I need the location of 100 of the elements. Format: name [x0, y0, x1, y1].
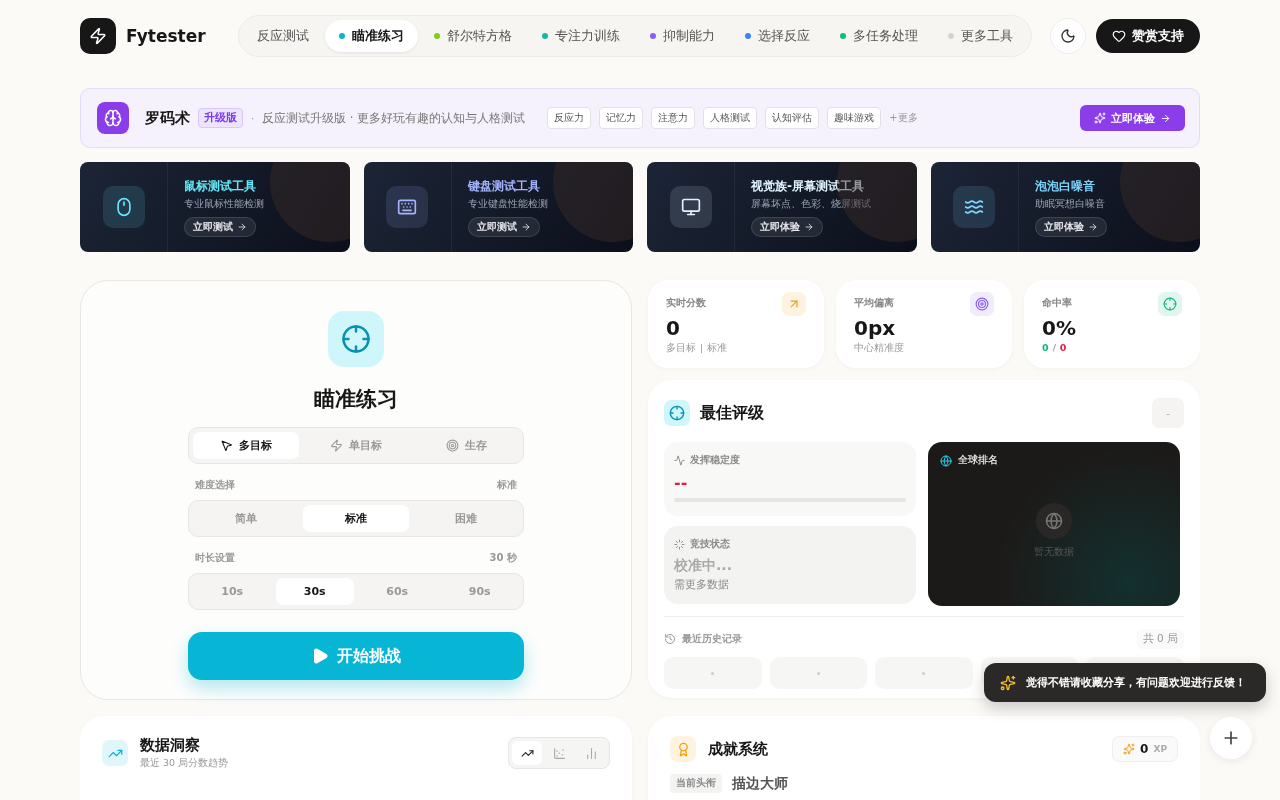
tool-title: 视觉族-屏幕测试工具 — [751, 177, 865, 195]
promo-tag: 注意力 — [651, 107, 696, 129]
tool-button[interactable]: 立即测试 — [184, 216, 256, 237]
difficulty-label: 难度选择 — [195, 478, 235, 492]
tool-button[interactable]: 立即体验 — [751, 216, 823, 237]
award-icon — [670, 736, 696, 762]
history-count: 共 0 局 — [1136, 629, 1184, 649]
duration-value: 30 秒 — [489, 551, 517, 565]
stat-note: 标准 — [707, 342, 728, 355]
trend-icon — [102, 740, 128, 766]
status-note: 需更多数据 — [674, 578, 730, 592]
tool-subtitle: 助眠冥想白噪音 — [1034, 197, 1106, 211]
logo-icon — [80, 18, 116, 54]
status-value: 校准中... — [674, 557, 733, 575]
play-icon — [311, 647, 329, 665]
rating-title: 最佳评级 — [700, 402, 764, 424]
nav-tab[interactable]: 更多工具 — [934, 20, 1027, 52]
keyboard-icon — [386, 186, 428, 228]
waves-icon — [953, 186, 995, 228]
support-button[interactable]: 赞赏支持 — [1096, 19, 1200, 53]
globe-icon — [1036, 502, 1072, 539]
stat-note: 多目标 — [666, 342, 696, 355]
promo-name: 罗码术 — [145, 108, 190, 128]
brain-icon — [97, 102, 129, 134]
stability-label: 发挥稳定度 — [690, 454, 740, 467]
pulse-icon — [674, 455, 685, 466]
pointer-icon — [220, 439, 233, 452]
miss-count: 0 — [1059, 342, 1067, 353]
promo-tag: 认知评估 — [765, 107, 820, 129]
history-icon — [664, 633, 676, 645]
promo-tag: 趣味游戏 — [827, 107, 882, 129]
xp-unit: XP — [1153, 744, 1167, 754]
arrow-icon — [520, 221, 531, 232]
toast-text: 觉得不错请收藏分享，有问题欢迎进行反馈！ — [1026, 675, 1246, 690]
line-chart-icon[interactable] — [512, 741, 542, 765]
add-button[interactable] — [1210, 717, 1252, 759]
xp-value: 0 — [1140, 742, 1149, 756]
chart-icon — [552, 746, 566, 760]
moon-icon — [1060, 28, 1076, 44]
stat-label: 命中率 — [1042, 296, 1072, 310]
current-title: 描边大师 — [732, 774, 788, 793]
target-icon — [970, 292, 994, 316]
crosshair-icon — [664, 400, 690, 426]
game-title: 瞄准练习 — [314, 386, 398, 413]
tool-subtitle: 专业鼠标性能检测 — [184, 197, 264, 211]
history-label: 最近历史记录 — [682, 632, 742, 646]
stability-value: -- — [674, 473, 689, 492]
promo-text: 反应测试升级版 · 更多好玩有趣的认知与人格测试 — [262, 110, 526, 126]
stat-note: | — [700, 342, 704, 355]
heart-icon — [1112, 29, 1126, 43]
nav-tab[interactable]: 多任务处理 — [826, 20, 932, 52]
nav-tab[interactable]: 瞄准练习 — [325, 20, 418, 52]
current-title-label: 当前头衔 — [670, 774, 722, 793]
stat-label: 平均偏离 — [854, 296, 894, 310]
monitor-icon — [669, 186, 712, 228]
globe-icon — [940, 454, 952, 467]
mode-tab[interactable]: 多目标 — [193, 432, 299, 459]
mouse-icon — [102, 186, 145, 228]
crosshair-icon — [1158, 292, 1182, 316]
nav-tab[interactable]: 抑制能力 — [636, 20, 729, 52]
stat-value: 0 — [666, 316, 681, 340]
nav-tab[interactable]: 专注力训练 — [528, 20, 634, 52]
stat-note: 中心精准度 — [854, 342, 904, 355]
duration-label: 时长设置 — [195, 551, 235, 565]
tool-button[interactable]: 立即体验 — [1034, 216, 1107, 237]
sparkle-icon — [1000, 674, 1016, 691]
stat-value: 0px — [854, 316, 897, 340]
theme-toggle-button[interactable] — [1050, 18, 1086, 54]
duration-option[interactable]: 30s — [275, 578, 354, 605]
difficulty-value: 标准 — [497, 478, 517, 492]
separator: / — [1052, 342, 1056, 353]
ranking-label: 全球排名 — [958, 454, 998, 467]
promo-tag: 反应力 — [547, 107, 592, 129]
promo-tag: 人格测试 — [703, 107, 758, 129]
hit-count: 0 — [1042, 342, 1049, 353]
sparkle-icon — [1123, 743, 1136, 755]
tool-title: 泡泡白噪音 — [1034, 177, 1096, 195]
try-now-button[interactable]: 立即体验 — [1080, 105, 1185, 131]
tool-title: 键盘测试工具 — [467, 177, 541, 195]
loading-icon — [674, 539, 685, 550]
promo-tag: 记忆力 — [599, 107, 644, 129]
achievements-title: 成就系统 — [708, 739, 768, 759]
difficulty-option[interactable]: 标准 — [303, 505, 409, 532]
nav-tab[interactable]: 反应测试 — [243, 20, 323, 52]
brand-name: Fytester — [126, 26, 207, 46]
arrow-icon — [782, 292, 806, 316]
grade-badge: - — [1152, 398, 1184, 428]
arrow-icon — [237, 221, 247, 232]
tool-button[interactable]: 立即测试 — [467, 216, 540, 237]
crosshair-icon — [328, 311, 384, 367]
nav-tab[interactable]: 舒尔特方格 — [420, 20, 526, 52]
status-label: 竞技状态 — [690, 538, 730, 551]
lightning-icon — [330, 439, 343, 452]
tool-subtitle: 专业键盘性能检测 — [467, 197, 548, 211]
stat-label: 实时分数 — [666, 296, 706, 310]
chart-icon — [584, 746, 598, 760]
sparkle-icon — [1094, 112, 1106, 124]
separator: · — [251, 112, 255, 124]
stat-value: 0% — [1042, 316, 1077, 340]
nav-tab[interactable]: 选择反应 — [731, 20, 824, 52]
